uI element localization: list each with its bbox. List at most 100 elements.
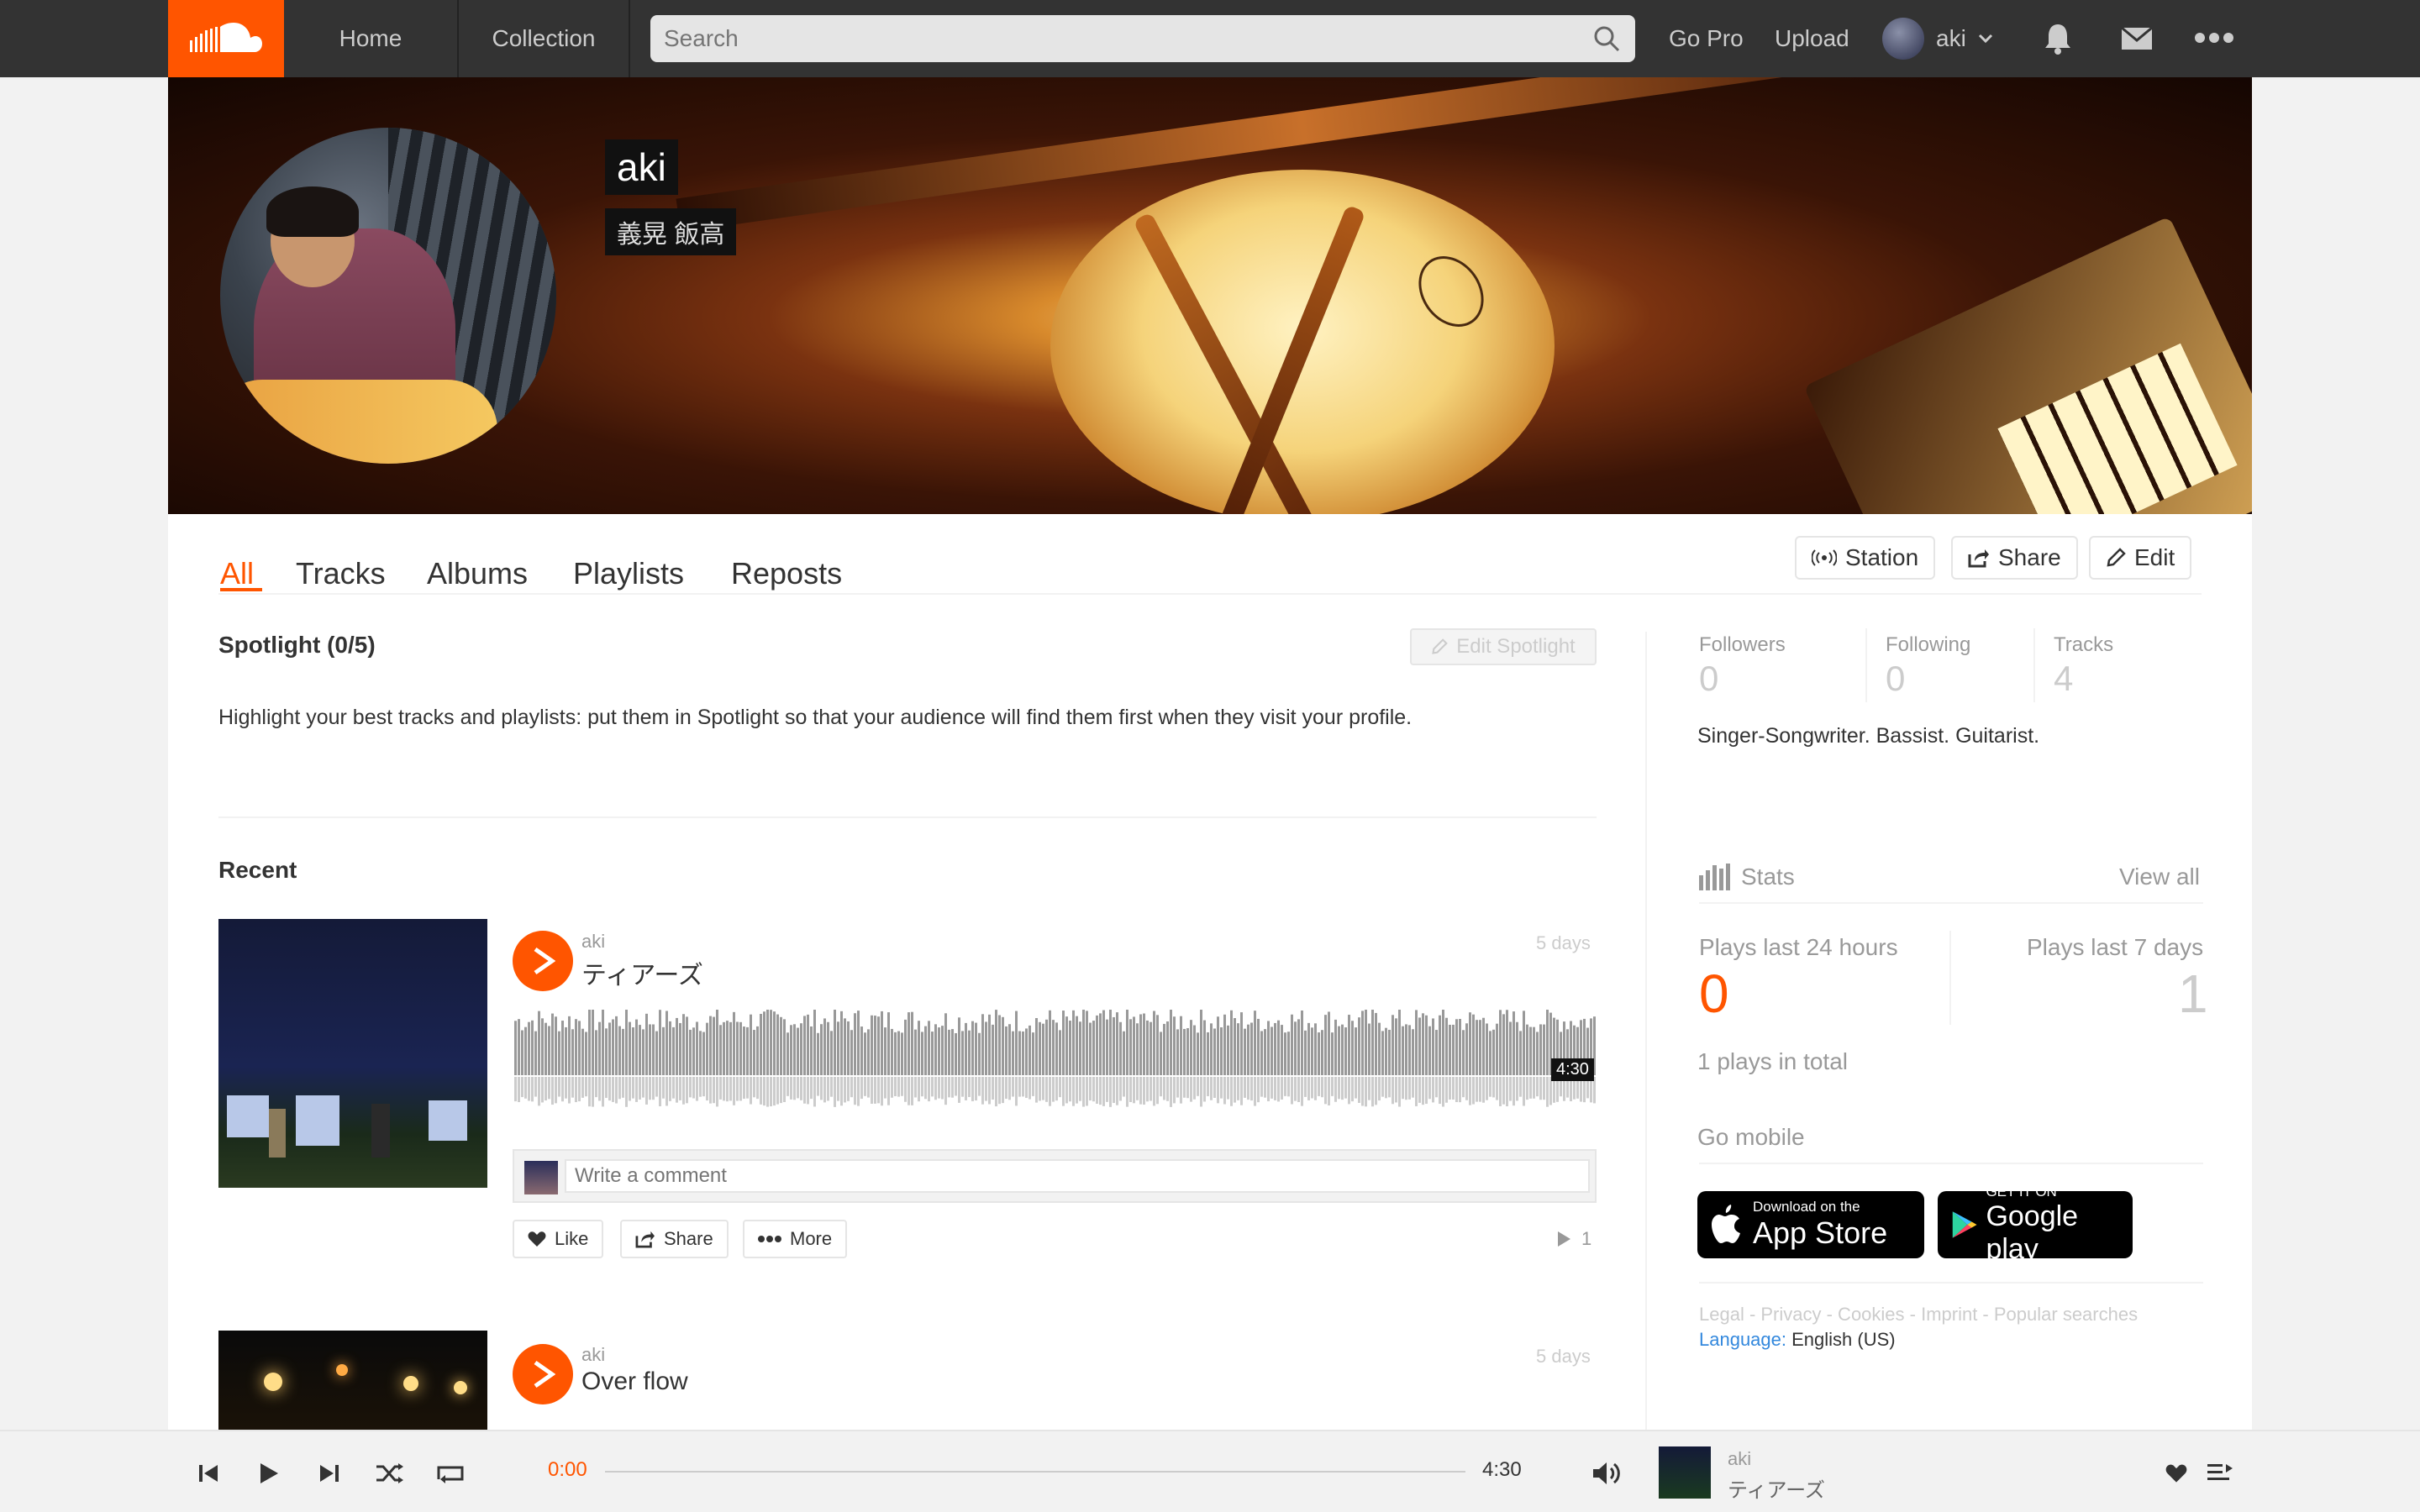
waveform-reflection-bar: [1244, 1077, 1246, 1098]
waveform-reflection-bar: [1418, 1077, 1421, 1103]
edit-spotlight-button[interactable]: Edit Spotlight: [1410, 628, 1597, 665]
track-artwork[interactable]: [218, 1331, 487, 1430]
view-all-stats-link[interactable]: View all: [2119, 864, 2200, 890]
heart-icon: [2165, 1464, 2187, 1483]
waveform-bar: [1492, 1029, 1495, 1075]
waveform-bar: [1506, 1010, 1508, 1075]
waveform-reflection-bar: [1422, 1077, 1424, 1105]
station-button[interactable]: Station: [1795, 536, 1936, 580]
waveform-reflection-bar: [726, 1077, 729, 1102]
now-playing-title[interactable]: ティアーズ: [1728, 1473, 1825, 1503]
search-icon[interactable]: [1593, 25, 1620, 52]
language-selector[interactable]: Language: English (US): [1699, 1329, 1896, 1351]
tracks-label[interactable]: Tracks: [2054, 633, 2113, 657]
waveform-bar: [1133, 1016, 1135, 1075]
waveform-reflection-bar: [1186, 1077, 1189, 1099]
track-play-button[interactable]: [513, 1344, 573, 1404]
track-title[interactable]: Over flow: [581, 1368, 688, 1396]
waveform-bar: [938, 1027, 940, 1075]
track-artist[interactable]: aki: [581, 931, 605, 953]
footer-links[interactable]: Legal - Privacy - Cookies - Imprint - Po…: [1699, 1304, 2138, 1326]
waveform-reflection-bar: [783, 1077, 786, 1102]
volume-button[interactable]: [1590, 1457, 1623, 1490]
search-input[interactable]: [664, 15, 1571, 62]
mail-icon[interactable]: [2121, 27, 2153, 50]
track-play-button[interactable]: [513, 931, 573, 991]
waveform-reflection-bar: [1318, 1077, 1320, 1096]
progress-bar[interactable]: [605, 1471, 1465, 1473]
now-playing-artwork[interactable]: [1659, 1446, 1711, 1499]
stats-header[interactable]: Stats: [1699, 864, 1795, 890]
nav-collection[interactable]: Collection: [459, 0, 630, 77]
bell-icon[interactable]: [2044, 22, 2072, 55]
track-artwork[interactable]: [218, 919, 487, 1188]
waveform-bar: [1361, 1011, 1364, 1075]
following-count[interactable]: 0: [1886, 659, 1905, 699]
comment-input[interactable]: [565, 1159, 1590, 1193]
tab-all[interactable]: All: [220, 556, 254, 591]
profile-avatar[interactable]: [220, 128, 556, 464]
google-play-badge[interactable]: GET IT ON Google play: [1938, 1184, 2133, 1265]
waveform-bar: [760, 1014, 762, 1075]
search-bar[interactable]: [650, 15, 1635, 62]
waveform-bar: [1318, 1032, 1320, 1075]
waveform-bar: [1334, 1019, 1337, 1075]
repeat-button[interactable]: [434, 1457, 467, 1490]
waveform-bar: [1539, 1024, 1542, 1075]
more-button[interactable]: More: [743, 1220, 848, 1258]
waveform-bar: [860, 1026, 863, 1075]
go-pro-link[interactable]: Go Pro: [1669, 0, 1744, 77]
tab-tracks[interactable]: Tracks: [296, 556, 386, 591]
now-playing-artist[interactable]: aki: [1728, 1448, 1751, 1470]
waveform-reflection-bar: [1119, 1077, 1122, 1101]
waveform-bar: [1425, 1015, 1428, 1075]
edit-button[interactable]: Edit: [2089, 536, 2192, 580]
user-avatar: [1882, 18, 1924, 60]
next-track-button[interactable]: [313, 1457, 346, 1490]
waveform-reflection-bar: [1042, 1077, 1044, 1100]
following-label[interactable]: Following: [1886, 633, 1970, 657]
followers-count[interactable]: 0: [1699, 659, 1718, 699]
waveform-reflection-bar: [1496, 1077, 1498, 1100]
waveform-bar: [1294, 1021, 1297, 1075]
soundcloud-logo-icon[interactable]: [168, 0, 284, 77]
share-button[interactable]: Share: [1951, 536, 2078, 580]
waveform-bar: [951, 1029, 954, 1075]
waveform-reflection-bar: [1311, 1077, 1313, 1099]
waveform-bar: [887, 1012, 890, 1075]
waveform-reflection-bar: [642, 1077, 644, 1098]
waveform-bar: [1018, 1031, 1021, 1075]
comment-user-avatar: [524, 1161, 558, 1194]
followers-label[interactable]: Followers: [1699, 633, 1786, 657]
nav-home[interactable]: Home: [284, 0, 459, 77]
tab-reposts[interactable]: Reposts: [731, 556, 842, 591]
waveform-reflection-bar: [1055, 1077, 1058, 1101]
waveform-bar: [1536, 1032, 1539, 1075]
tab-playlists[interactable]: Playlists: [573, 556, 684, 591]
waveform-reflection-bar: [971, 1077, 974, 1101]
user-menu[interactable]: aki: [1882, 0, 1993, 77]
track-title[interactable]: ティアーズ: [581, 954, 703, 991]
app-store-badge[interactable]: Download on the App Store: [1697, 1191, 1924, 1258]
waveform-reflection-bar: [686, 1077, 688, 1104]
playback-bar: 0:00 4:30 aki ティアーズ: [0, 1430, 2420, 1512]
play-button[interactable]: [252, 1457, 286, 1490]
upload-link[interactable]: Upload: [1775, 0, 1849, 77]
waveform-reflection-bar: [1392, 1077, 1394, 1105]
like-button[interactable]: Like: [513, 1220, 604, 1258]
shuffle-button[interactable]: [373, 1457, 407, 1490]
track-waveform[interactable]: [514, 1010, 1597, 1110]
track-duration: 4:30: [1551, 1058, 1594, 1081]
waveform-reflection-bar: [847, 1077, 850, 1101]
waveform-bar: [1509, 1021, 1512, 1075]
like-current-button[interactable]: [2160, 1457, 2193, 1490]
more-icon[interactable]: [2195, 32, 2233, 44]
waveform-reflection-bar: [941, 1077, 944, 1100]
track-artist[interactable]: aki: [581, 1344, 605, 1366]
waveform-bar: [1220, 1027, 1223, 1075]
previous-track-button[interactable]: [192, 1457, 225, 1490]
queue-button[interactable]: [2203, 1457, 2237, 1490]
track-share-button[interactable]: Share: [620, 1220, 729, 1258]
tracks-count[interactable]: 4: [2054, 659, 2073, 699]
tab-albums[interactable]: Albums: [427, 556, 528, 591]
